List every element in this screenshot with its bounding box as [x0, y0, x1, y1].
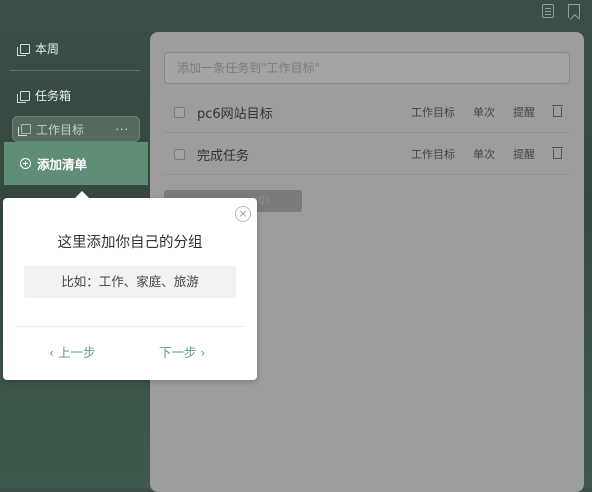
close-button[interactable]: ×: [235, 206, 251, 222]
copy-icon: [18, 124, 31, 136]
sidebar-item-label: 本周: [35, 42, 60, 56]
window-toolbar: [542, 4, 580, 18]
task-list-tag[interactable]: 工作目标: [411, 104, 455, 120]
previous-step-button[interactable]: ‹ 上一步: [49, 342, 95, 361]
sidebar-divider: [10, 70, 140, 71]
add-task-input[interactable]: 添加一条任务到"工作目标": [164, 52, 570, 84]
sidebar-item-work-goals[interactable]: 工作目标 ···: [12, 116, 140, 142]
guide-popover: × 这里添加你自己的分组 比如：工作、家庭、旅游 ‹ 上一步 下一步 ›: [3, 191, 257, 380]
sidebar-item-this-week[interactable]: 本周: [17, 40, 60, 57]
copy-icon: [17, 90, 30, 103]
guide-example: 比如：工作、家庭、旅游: [24, 266, 236, 298]
next-step-button[interactable]: 下一步 ›: [159, 342, 205, 361]
bookmark-icon[interactable]: [568, 4, 580, 18]
guide-title: 这里添加你自己的分组: [57, 235, 203, 251]
popover-arrow: [75, 191, 89, 198]
sidebar-item-label: 任务箱: [35, 89, 72, 103]
task-repeat[interactable]: 单次: [473, 146, 495, 162]
task-row[interactable]: 完成任务 工作目标 单次 提醒: [164, 134, 570, 175]
task-repeat[interactable]: 单次: [473, 104, 495, 120]
task-row[interactable]: pc6网站目标 工作目标 单次 提醒: [164, 92, 570, 133]
add-list-button[interactable]: 添加清单: [4, 142, 148, 185]
add-list-label: 添加清单: [37, 157, 88, 172]
copy-icon: [17, 43, 30, 56]
task-checkbox[interactable]: [174, 148, 185, 160]
task-remind[interactable]: 提醒: [513, 146, 535, 162]
trash-icon[interactable]: [552, 147, 563, 159]
task-remind[interactable]: 提醒: [513, 104, 535, 120]
task-title[interactable]: pc6网站目标: [197, 103, 411, 122]
task-checkbox[interactable]: [174, 106, 185, 118]
trash-icon[interactable]: [552, 105, 563, 117]
list-icon[interactable]: [542, 4, 554, 18]
more-options-button[interactable]: ···: [116, 123, 130, 136]
task-list-tag[interactable]: 工作目标: [411, 146, 455, 162]
task-title[interactable]: 完成任务: [197, 145, 411, 164]
sidebar-item-label: 工作目标: [36, 122, 85, 137]
sidebar-item-inbox[interactable]: 任务箱: [17, 87, 72, 104]
add-circle-icon: [20, 158, 31, 169]
guide-divider: [15, 326, 245, 327]
